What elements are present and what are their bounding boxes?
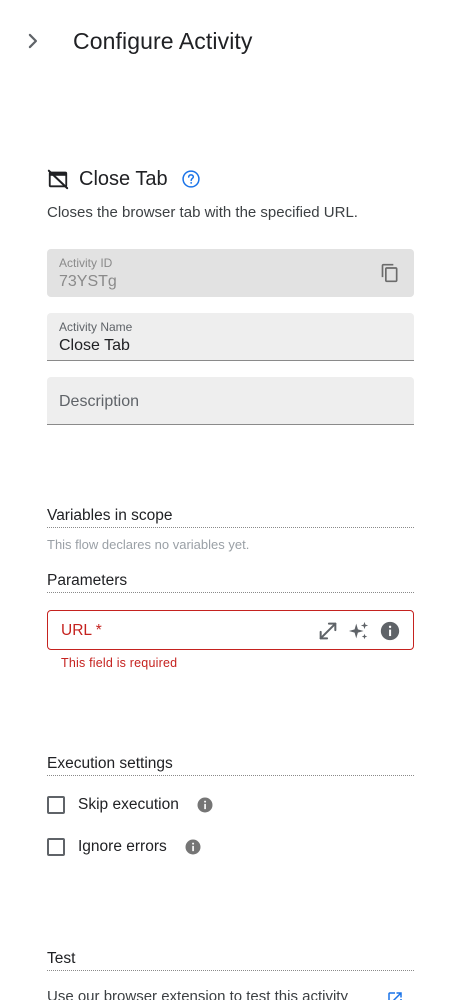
info-icon[interactable] xyxy=(379,620,401,642)
activity-id-label: Activity ID xyxy=(59,256,113,270)
variables-heading: Variables in scope xyxy=(47,507,414,528)
activity-header: Close Tab xyxy=(47,165,201,193)
page-title: Configure Activity xyxy=(73,28,253,54)
skip-execution-row: Skip execution xyxy=(47,793,214,817)
test-description: Use our browser extension to test this a… xyxy=(47,988,348,1000)
activity-id-field: Activity ID 73YSTg xyxy=(47,249,414,297)
open-in-new-icon[interactable] xyxy=(386,990,404,1000)
variables-note: This flow declares no variables yet. xyxy=(47,537,250,552)
expand-icon[interactable] xyxy=(317,620,339,642)
url-label: URL * xyxy=(61,622,102,639)
activity-id-value: 73YSTg xyxy=(59,273,117,290)
activity-name-field[interactable]: Activity Name Close Tab xyxy=(47,313,414,361)
skip-execution-checkbox[interactable] xyxy=(47,796,65,814)
ignore-errors-label[interactable]: Ignore errors xyxy=(78,838,167,856)
sparkle-icon[interactable] xyxy=(348,620,370,642)
info-icon[interactable] xyxy=(184,838,202,856)
description-field[interactable]: Description xyxy=(47,377,414,425)
activity-name-label: Activity Name xyxy=(59,320,133,334)
execution-settings-heading: Execution settings xyxy=(47,755,414,776)
info-icon[interactable] xyxy=(196,796,214,814)
help-icon[interactable] xyxy=(181,169,201,189)
ignore-errors-row: Ignore errors xyxy=(47,835,202,859)
close-tab-icon xyxy=(47,169,69,190)
url-field[interactable]: URL * xyxy=(47,610,414,650)
skip-execution-label[interactable]: Skip execution xyxy=(78,796,179,814)
url-error-text: This field is required xyxy=(61,656,178,670)
url-field-actions xyxy=(308,620,401,642)
header: Configure Activity xyxy=(0,0,470,84)
chevron-right-icon[interactable] xyxy=(22,30,44,52)
description-placeholder[interactable]: Description xyxy=(59,393,139,411)
activity-name-value[interactable]: Close Tab xyxy=(59,337,130,355)
parameters-heading: Parameters xyxy=(47,572,414,593)
activity-description: Closes the browser tab with the specifie… xyxy=(47,204,358,221)
copy-icon[interactable] xyxy=(380,263,400,283)
test-heading: Test xyxy=(47,950,414,971)
activity-title: Close Tab xyxy=(79,167,168,190)
ignore-errors-checkbox[interactable] xyxy=(47,838,65,856)
